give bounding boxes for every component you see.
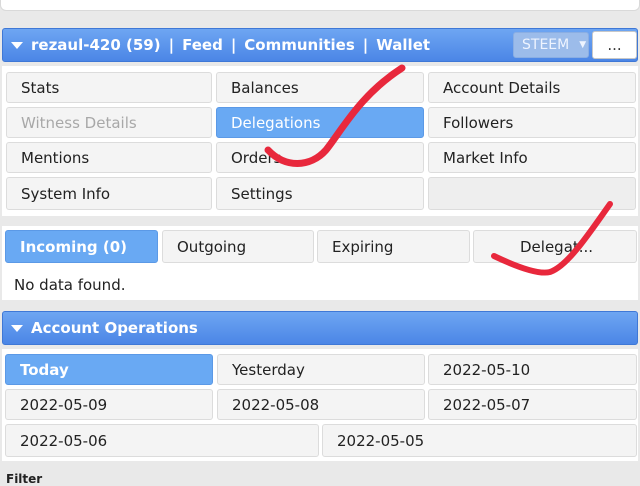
day-2022-05-10[interactable]: 2022-05-10 — [428, 354, 637, 385]
no-data-message: No data found. — [14, 276, 126, 294]
menu-empty-cell — [428, 177, 636, 210]
previous-card-edge — [0, 0, 640, 11]
more-button[interactable]: ... — [592, 31, 637, 59]
account-header-bar: rezaul-420 (59) | Feed | Communities | W… — [2, 28, 638, 62]
day-2022-05-07[interactable]: 2022-05-07 — [428, 389, 637, 420]
menu-item-orders[interactable]: Orders — [216, 142, 424, 173]
filter-label: Filter — [6, 472, 43, 486]
tab-delegators[interactable]: Delegat... — [473, 230, 637, 263]
day-2022-05-06[interactable]: 2022-05-06 — [5, 424, 319, 457]
currency-select-value: STEEM — [522, 37, 570, 53]
account-username[interactable]: rezaul-420 (59) — [31, 36, 161, 54]
operations-days-panel: Today Yesterday 2022-05-10 2022-05-09 20… — [2, 349, 638, 461]
collapse-triangle-icon — [11, 324, 23, 332]
menu-item-system-info[interactable]: System Info — [6, 177, 212, 210]
menu-item-balances[interactable]: Balances — [216, 72, 424, 103]
day-2022-05-09[interactable]: 2022-05-09 — [5, 389, 213, 420]
menu-item-delegations[interactable]: Delegations — [216, 107, 424, 138]
delegations-panel: Incoming (0) Outgoing Expiring Delegat..… — [2, 226, 638, 300]
currency-select[interactable]: STEEM ▼ — [513, 32, 589, 58]
communities-link[interactable]: Communities — [244, 36, 355, 54]
header-separator: | — [230, 36, 237, 54]
menu-item-market-info[interactable]: Market Info — [428, 142, 636, 173]
day-yesterday[interactable]: Yesterday — [217, 354, 425, 385]
day-2022-05-05[interactable]: 2022-05-05 — [322, 424, 637, 457]
menu-item-account-details[interactable]: Account Details — [428, 72, 636, 103]
day-today[interactable]: Today — [5, 354, 213, 385]
wallet-link[interactable]: Wallet — [376, 36, 430, 54]
menu-item-stats[interactable]: Stats — [6, 72, 212, 103]
header-separator: | — [362, 36, 369, 54]
feed-link[interactable]: Feed — [182, 36, 223, 54]
collapse-triangle-icon[interactable] — [11, 41, 23, 49]
tab-incoming[interactable]: Incoming (0) — [5, 230, 158, 263]
account-operations-header[interactable]: Account Operations — [2, 311, 638, 345]
menu-item-settings[interactable]: Settings — [216, 177, 424, 210]
header-separator: | — [168, 36, 175, 54]
chevron-down-icon: ▼ — [579, 40, 587, 50]
day-2022-05-08[interactable]: 2022-05-08 — [217, 389, 425, 420]
menu-item-witness-details: Witness Details — [6, 107, 212, 138]
account-menu-panel: Stats Balances Account Details Witness D… — [2, 66, 638, 216]
section-title: Account Operations — [31, 319, 198, 337]
menu-item-mentions[interactable]: Mentions — [6, 142, 212, 173]
tab-expiring[interactable]: Expiring — [317, 230, 470, 263]
menu-item-followers[interactable]: Followers — [428, 107, 636, 138]
tab-outgoing[interactable]: Outgoing — [162, 230, 314, 263]
